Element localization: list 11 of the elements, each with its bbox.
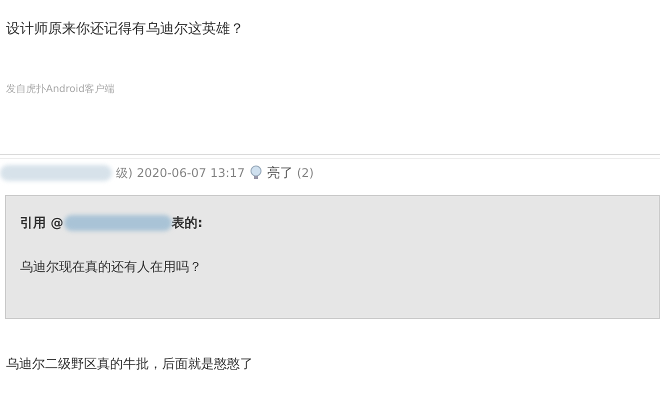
light-label[interactable]: 亮了 (266, 164, 293, 182)
quote-prefix: 引用 @ (20, 215, 64, 232)
quote-suffix: 表的: (172, 215, 203, 232)
post-text: 设计师原来你还记得有乌迪尔这英雄？ (6, 20, 245, 38)
post-time: 2020-06-07 13:17 (136, 166, 245, 180)
lightbulb-icon[interactable] (248, 165, 263, 181)
quote-text: 乌迪尔现在真的还有人在用吗？ (20, 259, 203, 276)
light-count: (2) (296, 166, 314, 180)
post-source: 发自虎扑Android客户端 (6, 82, 116, 96)
reply-text: 乌迪尔二级野区真的牛批，后面就是憨憨了 (6, 356, 254, 373)
author-level: 级) (116, 164, 133, 182)
